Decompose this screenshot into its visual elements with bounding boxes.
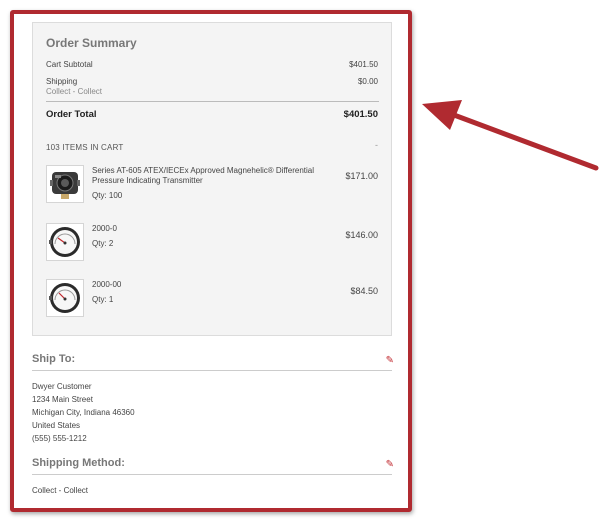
item-price-1: $171.00 <box>345 171 378 181</box>
pressure-gauge-icon <box>46 223 84 261</box>
pressure-gauge-icon <box>46 279 84 317</box>
ship-to-divider <box>32 370 392 371</box>
transmitter-icon <box>46 165 84 203</box>
order-summary-title: Order Summary <box>46 36 137 50</box>
edit-ship-to-pencil-icon[interactable]: ✎ <box>386 355 394 366</box>
order-total-value: $401.50 <box>343 109 378 120</box>
shipping-method-value: Collect - Collect <box>32 486 89 495</box>
item-price-2: $146.00 <box>345 230 378 240</box>
collapse-icon[interactable]: - <box>375 140 378 150</box>
item-name-3: 2000-00 <box>92 280 122 289</box>
ship-to-phone: (555) 555-1212 <box>32 434 87 443</box>
ship-to-street: 1234 Main Street <box>32 395 93 404</box>
shipping-method-title: Shipping Method: <box>32 457 125 469</box>
item-qty-1: Qty: 100 <box>92 191 123 200</box>
annotation-arrow-icon <box>422 100 599 171</box>
order-summary-panel: Order Summary Cart Subtotal $401.50 Ship… <box>32 22 392 336</box>
items-in-cart-toggle[interactable]: 103 ITEMS IN CART <box>46 143 124 152</box>
item-qty-3: Qty: 1 <box>92 295 114 304</box>
item-name-1: Series AT-605 ATEX/IECEx Approved Magneh… <box>92 166 315 185</box>
shipping-method-divider <box>32 474 392 475</box>
ship-to-title: Ship To: <box>32 353 76 365</box>
cart-subtotal-label: Cart Subtotal <box>46 60 93 69</box>
item-qty-2: Qty: 2 <box>92 239 114 248</box>
summary-divider <box>46 101 379 102</box>
edit-shipping-method-pencil-icon[interactable]: ✎ <box>386 459 394 470</box>
order-total-label: Order Total <box>46 109 97 120</box>
cart-subtotal-value: $401.50 <box>349 60 378 69</box>
shipping-value: $0.00 <box>357 77 378 86</box>
item-name-2: 2000-0 <box>92 224 117 233</box>
shipping-method-note: Collect - Collect <box>46 87 103 96</box>
order-summary-frame: Order Summary Cart Subtotal $401.50 Ship… <box>10 10 412 512</box>
ship-to-name: Dwyer Customer <box>32 382 92 391</box>
ship-to-country: United States <box>32 421 81 430</box>
shipping-label: Shipping <box>46 77 78 86</box>
ship-to-city: Michigan City, Indiana 46360 <box>32 408 135 417</box>
item-price-3: $84.50 <box>350 286 378 296</box>
